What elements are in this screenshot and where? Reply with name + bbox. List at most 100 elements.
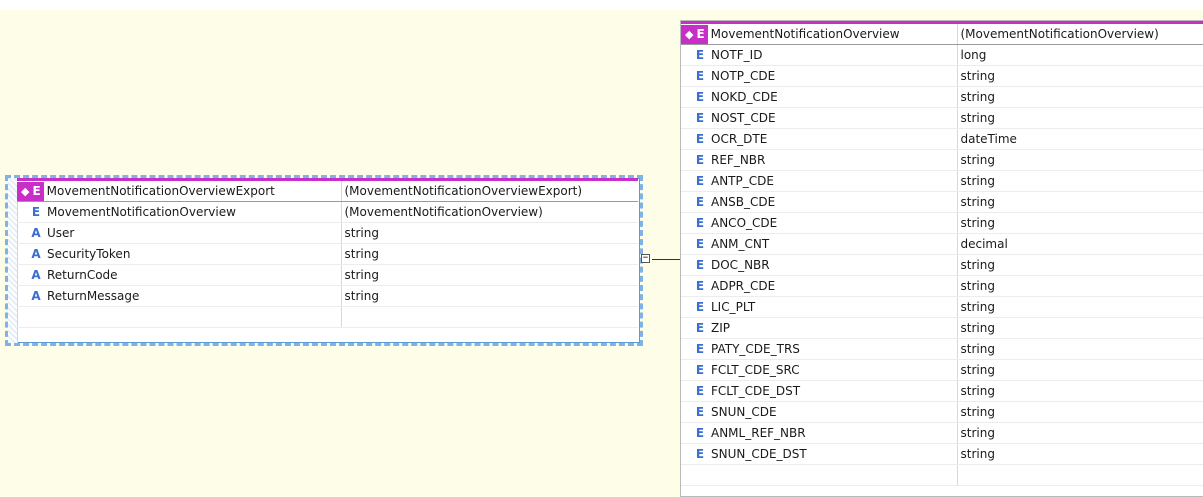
entity-kind-letter: E [696,27,705,41]
entity-field-row[interactable]: E FCLT_CDE_SRC string [681,359,1203,381]
entity-field-row[interactable]: E OCR_DTE dateTime [681,128,1203,150]
entity-field-row[interactable]: A SecurityToken string [17,243,638,265]
entity-name: MovementNotificationOverviewExport [46,184,275,198]
element-kind-icon: E [695,174,705,188]
entity-field-row[interactable]: E ANML_REF_NBR string [681,422,1203,444]
field-type: string [957,191,1203,213]
field-type: string [957,212,1203,234]
field-name: NOKD_CDE [711,90,778,104]
attribute-kind-icon: A [31,268,41,282]
diamond-icon: ◆ [685,27,694,41]
field-name: NOTF_ID [711,48,763,62]
field-name: ADPR_CDE [711,279,776,293]
field-name: PATY_CDE_TRS [711,342,800,356]
field-name: SNUN_CDE_DST [711,447,807,461]
entity-field-row[interactable]: E FCLT_CDE_DST string [681,380,1203,402]
entity-field-row[interactable]: E DOC_NBR string [681,254,1203,276]
field-name: SecurityToken [47,247,131,261]
field-name: ANM_CNT [711,237,770,251]
field-type [957,464,1203,486]
field-name-cell: E ANML_REF_NBR [681,422,958,444]
entity-field-row[interactable]: E LIC_PLT string [681,296,1203,318]
field-type: string [957,338,1203,360]
entity-empty-row[interactable] [681,464,1203,486]
entity-field-row[interactable]: A ReturnMessage string [17,285,638,307]
field-name-cell: A ReturnCode [17,264,342,286]
entity-kind-badge: ◆ E [681,25,708,44]
field-type: string [341,243,638,265]
entity-field-row[interactable]: A ReturnCode string [17,264,638,286]
entity-kind-badge: ◆ E [17,182,44,201]
relationship-connector [652,259,680,260]
element-kind-icon: E [695,405,705,419]
entity-field-row[interactable]: E SNUN_CDE_DST string [681,443,1203,465]
field-name-cell: E FCLT_CDE_DST [681,380,958,402]
field-type [341,306,638,328]
element-kind-icon: E [695,279,705,293]
attribute-kind-icon: A [31,226,41,240]
field-name: FCLT_CDE_SRC [711,363,800,377]
entity-table: ◆ E MovementNotificationOverview (Movement… [681,21,1203,486]
field-name-cell: E MovementNotificationOverview [17,201,342,223]
field-name: OCR_DTE [711,132,768,146]
field-name-cell: E SNUN_CDE [681,401,958,423]
field-name: FCLT_CDE_DST [711,384,801,398]
entity-field-row[interactable]: E ZIP string [681,317,1203,339]
entity-field-row[interactable]: E NOTP_CDE string [681,65,1203,87]
field-type: string [957,443,1203,465]
field-type: string [341,285,638,307]
entity-field-row[interactable]: E ANSB_CDE string [681,191,1203,213]
entity-header[interactable]: ◆ E MovementNotificationOverviewExport (Mo… [17,178,638,202]
element-kind-icon: E [695,153,705,167]
field-type: string [341,264,638,286]
entity-field-row[interactable]: E ANTP_CDE string [681,170,1203,192]
field-name: LIC_PLT [711,300,756,314]
field-name-cell: E OCR_DTE [681,128,958,150]
field-name: User [47,226,75,240]
entity-kind-letter: E [32,184,41,198]
field-type: decimal [957,233,1203,255]
field-name-cell: E ANSB_CDE [681,191,958,213]
field-name: SNUN_CDE [711,405,777,419]
entity-name: MovementNotificationOverview [710,27,900,41]
field-name-cell [681,464,958,486]
entity-field-row[interactable]: E SNUN_CDE string [681,401,1203,423]
element-kind-icon: E [695,216,705,230]
attribute-kind-icon: A [31,289,41,303]
field-name-cell: E PATY_CDE_TRS [681,338,958,360]
field-name: NOTP_CDE [711,69,776,83]
entity-movement-notification-overview[interactable]: ◆ E MovementNotificationOverview (Movement… [680,20,1203,497]
element-kind-icon: E [695,384,705,398]
entity-field-row[interactable]: E ANCO_CDE string [681,212,1203,234]
entity-type: (MovementNotificationOverview) [956,21,1203,45]
entity-field-row[interactable]: E NOST_CDE string [681,107,1203,129]
element-kind-icon: E [695,300,705,314]
field-name-cell [17,306,342,328]
entity-empty-row[interactable] [17,306,638,328]
element-kind-icon: E [31,205,41,219]
field-type: (MovementNotificationOverview) [341,201,638,223]
entity-movement-notification-overview-export[interactable]: ◆ E MovementNotificationOverviewExport (Mo… [5,175,643,346]
diagram-canvas: ◆ E MovementNotificationOverviewExport (Mo… [0,0,1203,497]
field-name-cell: A ReturnMessage [17,285,342,307]
entity-field-row[interactable]: E ADPR_CDE string [681,275,1203,297]
field-name: MovementNotificationOverview [47,205,236,219]
element-kind-icon: E [695,363,705,377]
field-type: string [957,296,1203,318]
field-type: string [957,107,1203,129]
entity-field-row[interactable]: E REF_NBR string [681,149,1203,171]
entity-field-row[interactable]: E PATY_CDE_TRS string [681,338,1203,360]
field-name-cell: E NOTF_ID [681,44,958,66]
field-name-cell: E NOKD_CDE [681,86,958,108]
entity-field-row[interactable]: A User string [17,222,638,244]
entity-header[interactable]: ◆ E MovementNotificationOverview (Movement… [681,21,1203,45]
field-name: ReturnCode [47,268,118,282]
entity-type: (MovementNotificationOverviewExport) [340,178,638,202]
entity-field-row[interactable]: E MovementNotificationOverview (MovementNo… [17,201,638,223]
field-name-cell: E NOTP_CDE [681,65,958,87]
entity-field-row[interactable]: E ANM_CNT decimal [681,233,1203,255]
entity-field-row[interactable]: E NOKD_CDE string [681,86,1203,108]
entity-field-row[interactable]: E NOTF_ID long [681,44,1203,66]
collapse-toggle-icon[interactable]: − [641,254,650,263]
field-name: ZIP [711,321,730,335]
